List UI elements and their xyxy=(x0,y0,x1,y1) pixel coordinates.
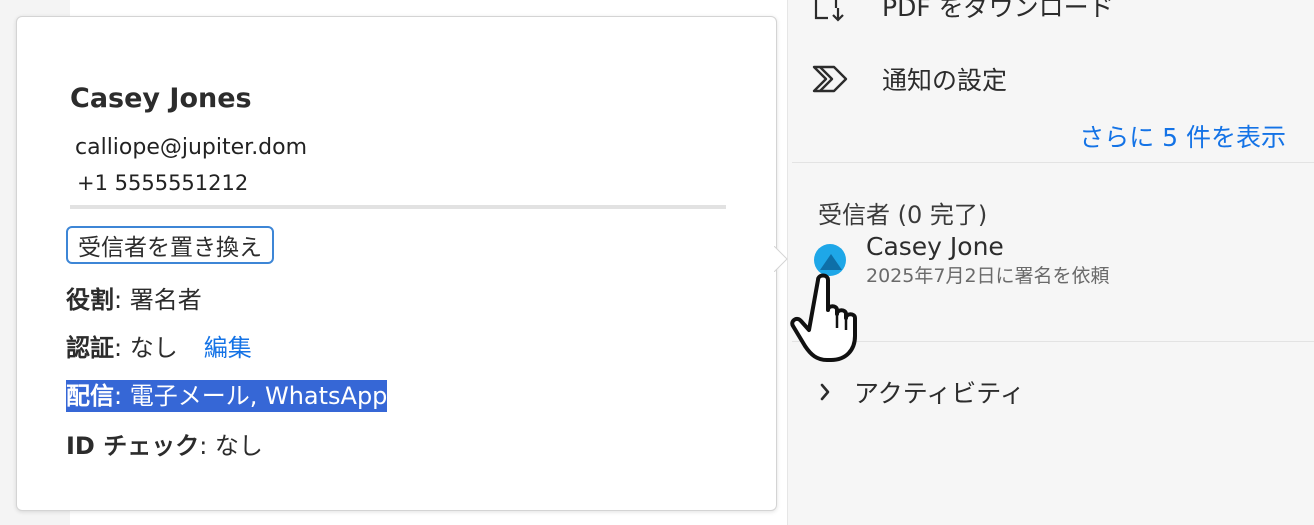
download-pdf-menu-item[interactable]: PDF をダウンロード xyxy=(810,0,1114,26)
recipient-name: Casey Jone xyxy=(866,232,1004,261)
role-label: 役割 xyxy=(66,286,114,314)
contact-name: Casey Jones xyxy=(70,83,252,114)
authentication-field: 認証: なし 編集 xyxy=(66,328,252,363)
delivery-field: 配信: 電子メール, WhatsApp xyxy=(66,376,388,412)
download-pdf-label: PDF をダウンロード xyxy=(882,0,1114,22)
authentication-value: : なし xyxy=(114,334,178,362)
id-check-value: : なし xyxy=(199,432,263,460)
activity-label: アクティビティ xyxy=(854,379,1025,408)
role-value: : 署名者 xyxy=(114,286,202,314)
download-pdf-icon xyxy=(810,0,850,26)
notification-settings-icon xyxy=(810,59,850,99)
hand-cursor-icon xyxy=(790,273,857,362)
recipient-details-popover: Casey Jones calliope@jupiter.dom +1 5555… xyxy=(16,16,777,511)
text-selection: 配信: 電子メール, WhatsApp xyxy=(66,380,388,412)
right-panel: PDF をダウンロード 通知の設定 さらに 5 件を表示 受信者 (0 完了) … xyxy=(787,0,1314,525)
edit-authentication-link[interactable]: 編集 xyxy=(204,334,252,362)
recipient-date: 2025年7月2日に署名を依頼 xyxy=(866,265,1110,287)
chevron-right-icon xyxy=(818,382,838,402)
notification-settings-menu-item[interactable]: 通知の設定 xyxy=(810,59,1007,99)
role-field: 役割: 署名者 xyxy=(66,280,202,315)
popover-arrow xyxy=(774,246,788,272)
divider xyxy=(792,341,1314,342)
divider xyxy=(70,205,726,209)
recipients-heading: 受信者 (0 完了) xyxy=(818,201,988,229)
notification-settings-label: 通知の設定 xyxy=(882,66,1008,95)
id-check-field: ID チェック: なし xyxy=(66,426,263,461)
contact-email: calliope@jupiter.dom xyxy=(75,135,308,160)
authentication-label: 認証 xyxy=(66,334,114,362)
delivery-label: 配信 xyxy=(66,382,114,410)
activity-section-toggle[interactable]: アクティビティ xyxy=(818,374,1025,410)
id-check-label: ID チェック xyxy=(66,432,200,460)
show-more-link[interactable]: さらに 5 件を表示 xyxy=(1079,118,1286,154)
replace-recipient-button[interactable]: 受信者を置き換え xyxy=(66,226,274,264)
delivery-value: : 電子メール, WhatsApp xyxy=(114,382,388,410)
contact-phone: +1 5555551212 xyxy=(77,171,249,195)
divider xyxy=(792,162,1314,163)
